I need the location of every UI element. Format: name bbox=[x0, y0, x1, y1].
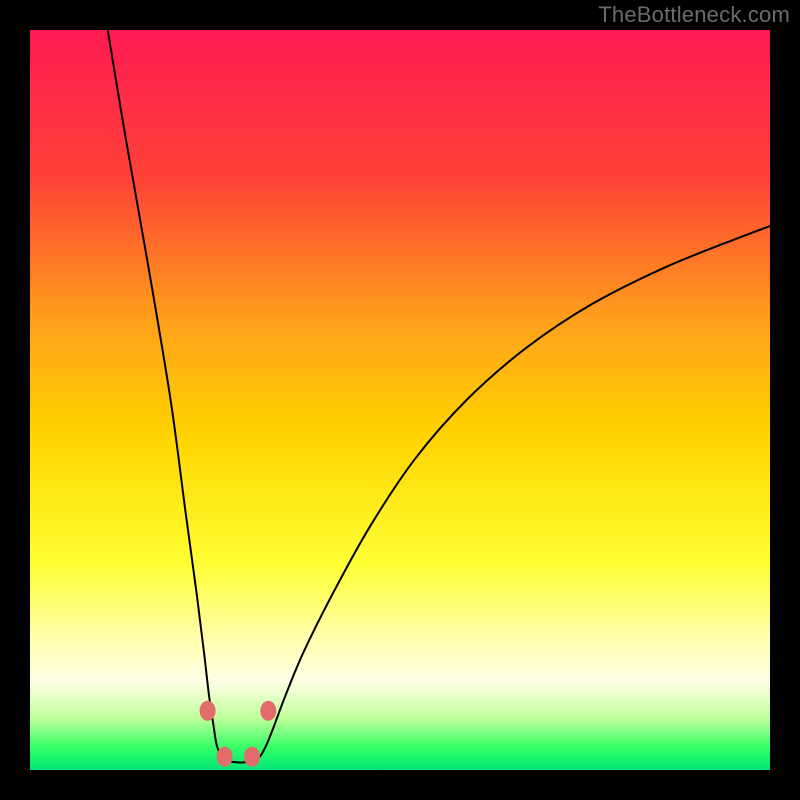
watermark-text: TheBottleneck.com bbox=[598, 2, 790, 28]
marker-dot-3 bbox=[260, 701, 276, 721]
marker-dot-0 bbox=[200, 701, 216, 721]
marker-dot-2 bbox=[244, 747, 260, 767]
marker-dot-1 bbox=[217, 747, 233, 767]
gradient-background bbox=[30, 30, 770, 770]
bottleneck-curve-chart bbox=[30, 30, 770, 770]
plot-area bbox=[30, 30, 770, 770]
chart-frame: TheBottleneck.com bbox=[0, 0, 800, 800]
